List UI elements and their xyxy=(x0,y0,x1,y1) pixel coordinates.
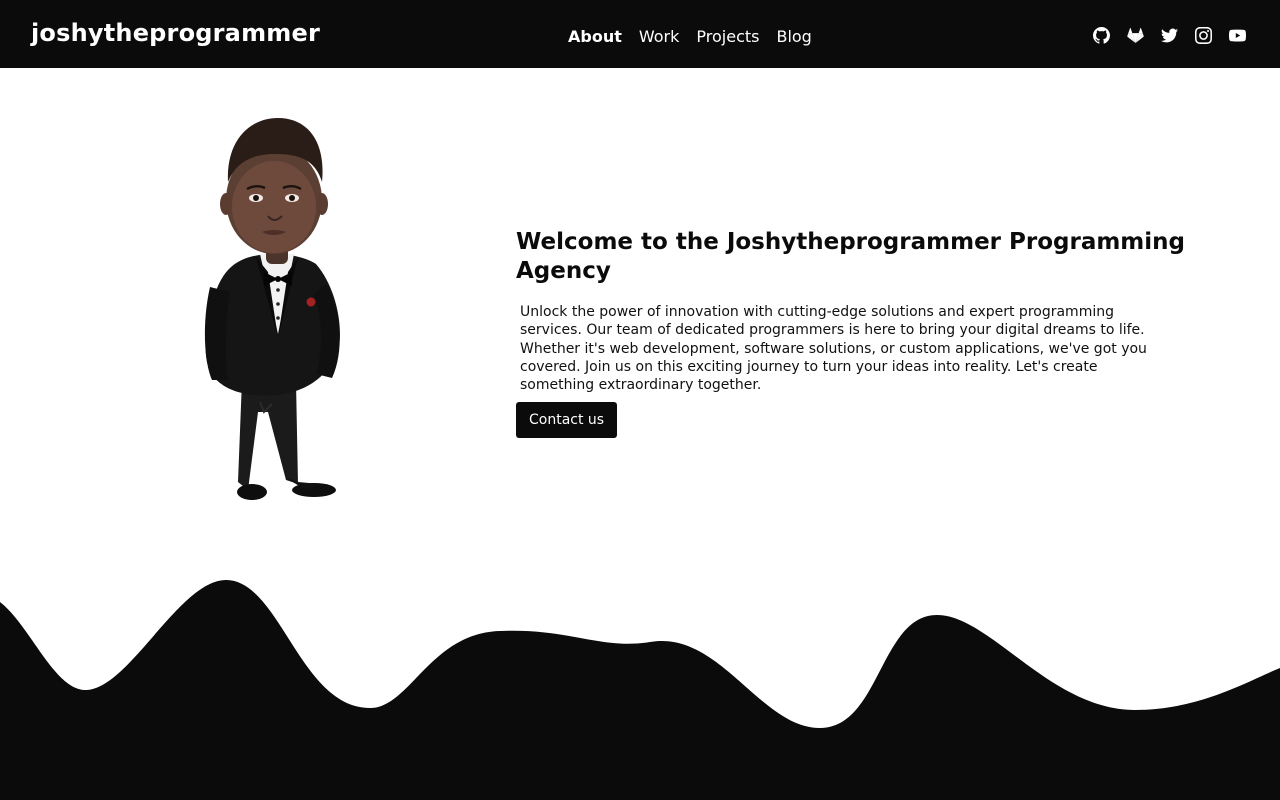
hero-description: Unlock the power of innovation with cutt… xyxy=(520,304,1147,394)
youtube-icon[interactable] xyxy=(1229,27,1246,44)
nav-link-projects[interactable]: Projects xyxy=(696,27,759,46)
github-icon[interactable] xyxy=(1093,27,1110,44)
hero-section: Welcome to the Joshytheprogrammer Progra… xyxy=(516,228,1186,439)
nav-link-about[interactable]: About xyxy=(568,27,622,46)
nav-link-blog[interactable]: Blog xyxy=(776,27,811,46)
instagram-icon[interactable] xyxy=(1195,27,1212,44)
gitlab-icon[interactable] xyxy=(1127,27,1144,44)
nav-link-work[interactable]: Work xyxy=(639,27,680,46)
navbar: joshytheprogrammer About Work Projects B… xyxy=(0,0,1280,68)
contact-us-button[interactable]: Contact us xyxy=(516,402,618,439)
twitter-icon[interactable] xyxy=(1161,27,1178,44)
hero-title: Welcome to the Joshytheprogrammer Progra… xyxy=(516,229,1185,284)
avatar-illustration xyxy=(198,112,348,507)
main-nav: About Work Projects Blog xyxy=(568,27,812,46)
social-links xyxy=(1093,27,1246,44)
brand-logo-link[interactable]: joshytheprogrammer xyxy=(31,19,320,47)
wave-divider xyxy=(0,570,1280,800)
